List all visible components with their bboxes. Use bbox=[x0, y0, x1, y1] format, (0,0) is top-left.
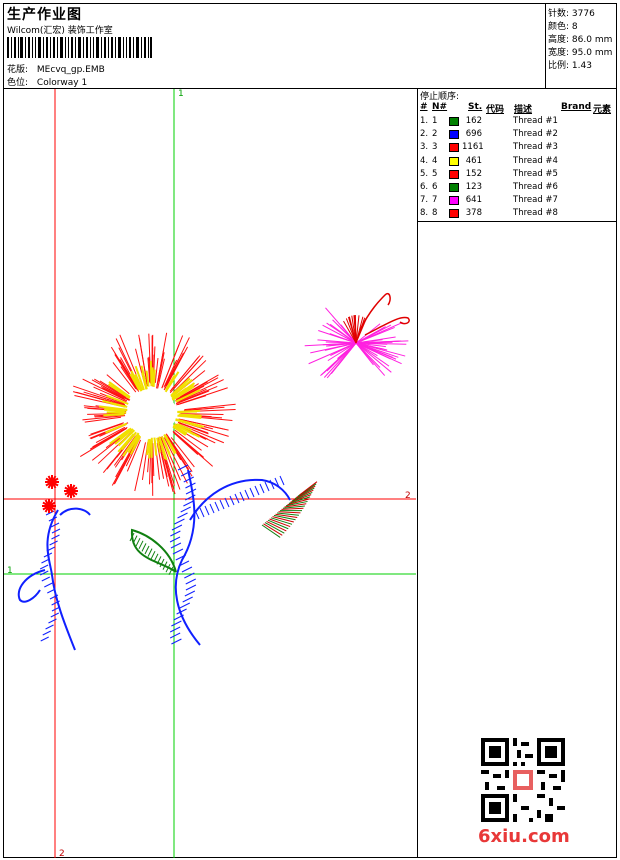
red-horizontal-label: 2 bbox=[405, 491, 411, 501]
flower-motif bbox=[72, 332, 236, 496]
green-horizontal-label: 1 bbox=[7, 566, 13, 576]
brand-watermark: 6xiu.com bbox=[478, 826, 570, 847]
stem-motif bbox=[17, 464, 318, 651]
embroidery-design: 1 1 2 2 bbox=[4, 89, 416, 859]
berries-motif bbox=[42, 475, 78, 513]
red-vertical-label: 2 bbox=[59, 849, 65, 859]
green-vertical-label: 1 bbox=[178, 89, 184, 99]
butterfly-motif bbox=[304, 293, 410, 379]
qr-code bbox=[481, 738, 565, 822]
